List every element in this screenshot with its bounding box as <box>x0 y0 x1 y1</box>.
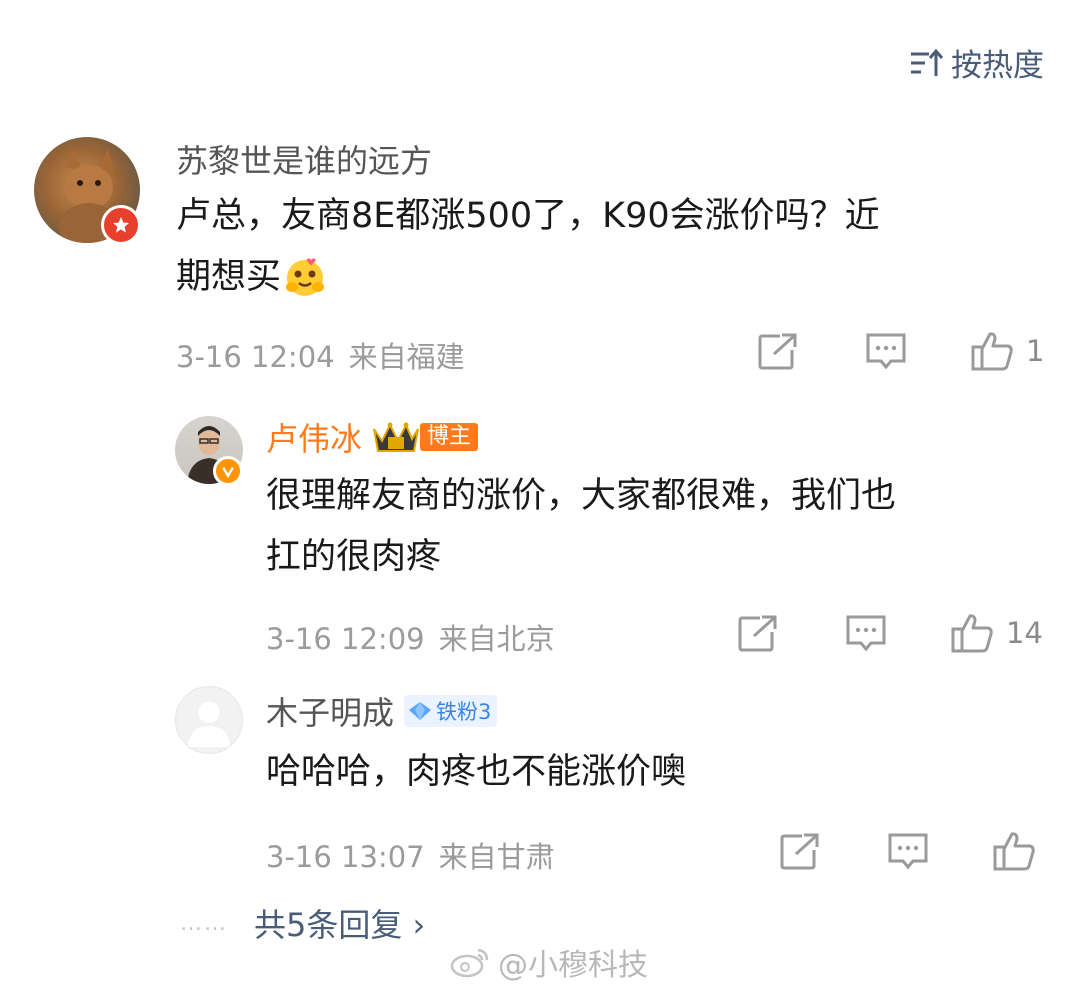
watermark: @小穆科技 <box>450 940 648 984</box>
thumbs-up-icon <box>971 332 1013 371</box>
like-count: 14 <box>1006 616 1043 650</box>
diamond-icon <box>409 702 432 720</box>
share-icon <box>758 332 798 370</box>
dotted-separator: …… <box>180 910 228 936</box>
comment-text: 卢总，友商8E都涨500了，K90会涨价吗？近 期想买 <box>176 186 1036 308</box>
reply-time: 3-16 13:07 <box>266 840 425 874</box>
like-button[interactable]: 14 <box>950 612 1043 654</box>
comment-username[interactable]: 苏黎世是谁的远方 <box>176 136 432 182</box>
comment-actions: 1 <box>756 330 1044 372</box>
share-button[interactable] <box>778 830 822 872</box>
share-button[interactable] <box>756 330 800 372</box>
reply-button[interactable] <box>844 612 888 654</box>
reply-time: 3-16 12:09 <box>266 622 425 656</box>
comment-location: 来自福建 <box>348 340 465 374</box>
hug-emoji-icon <box>286 257 325 296</box>
like-button[interactable] <box>992 830 1048 872</box>
share-button[interactable] <box>736 612 780 654</box>
verified-badge-icon <box>101 205 141 245</box>
like-count: 1 <box>1026 334 1045 368</box>
thumbs-up-icon <box>951 614 993 653</box>
reply-meta: 3-16 13:07 来自甘肃 <box>266 834 555 876</box>
reply-text: 很理解友商的涨价，大家都很难，我们也 扛的很肉疼 <box>266 476 897 577</box>
thumbs-up-icon <box>993 832 1035 871</box>
reply-text: 哈哈哈，肉疼也不能涨价噢 <box>266 752 687 792</box>
reply-username[interactable]: 木子明成 铁粉3 <box>266 688 498 734</box>
comment-thread: 按热度 苏黎世是谁的远方 卢总，友商8E都涨500了，K90会涨价吗？近 期想买 <box>0 0 1080 986</box>
crown-icon <box>373 422 419 452</box>
like-button[interactable]: 1 <box>970 330 1044 372</box>
comment-time: 3-16 12:04 <box>176 340 335 374</box>
reply-actions: 14 <box>736 612 1043 654</box>
comment-meta: 3-16 12:04 来自福建 <box>176 334 465 376</box>
comment-icon <box>846 615 886 652</box>
share-icon <box>738 614 778 652</box>
fan-level-badge: 铁粉3 <box>404 695 498 727</box>
sort-icon <box>911 48 943 76</box>
weibo-logo-icon <box>450 948 489 978</box>
reply-button[interactable] <box>864 330 908 372</box>
reply-location: 来自甘肃 <box>438 840 555 874</box>
sort-label: 按热度 <box>951 48 1044 84</box>
more-replies: …… 共5条回复 › <box>180 900 425 946</box>
avatar[interactable] <box>175 686 243 754</box>
share-icon <box>780 832 820 870</box>
sort-by-hot-button[interactable]: 按热度 <box>909 40 1044 85</box>
default-user-icon <box>187 701 231 748</box>
view-all-replies-link[interactable]: 共5条回复 › <box>254 900 425 946</box>
reply-actions <box>778 830 1048 872</box>
reply-button[interactable] <box>886 830 930 872</box>
reply-username[interactable]: 卢伟冰 博主 <box>266 414 479 460</box>
comment-icon <box>888 833 928 870</box>
verified-v-badge-icon <box>213 456 243 486</box>
reply-location: 来自北京 <box>438 622 555 656</box>
reply-meta: 3-16 12:09 来自北京 <box>266 616 555 658</box>
comment-icon <box>866 333 906 370</box>
blogger-badge: 博主 <box>372 421 479 453</box>
